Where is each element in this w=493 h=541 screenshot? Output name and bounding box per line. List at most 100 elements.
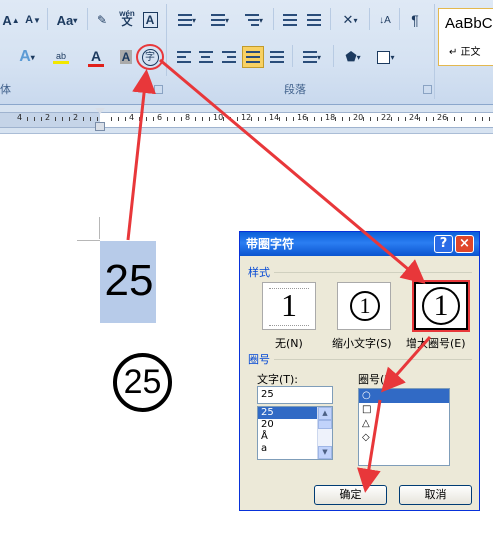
- ruler-tick: [258, 117, 259, 121]
- ruler-tick: [118, 117, 119, 121]
- ruler-tick: [475, 117, 476, 121]
- help-button[interactable]: ?: [434, 235, 453, 253]
- ruler-tick: [370, 117, 371, 121]
- ruler-tick: [307, 117, 308, 121]
- style-none-label: 无(N): [275, 337, 303, 350]
- style-option-enlarge-circle[interactable]: 1: [414, 282, 468, 330]
- enclosure-list-item[interactable]: △: [359, 417, 449, 431]
- ruler-tick: [265, 117, 266, 121]
- text-input-value: 25: [261, 389, 274, 400]
- text-list-scrollbar[interactable]: ▲ ▼: [317, 407, 332, 459]
- style-enlarge-glyph: 1: [433, 289, 449, 322]
- ruler-tick: [251, 117, 252, 121]
- paragraph-dialog-launcher[interactable]: [423, 85, 432, 94]
- style-option-shrink-text[interactable]: 1: [337, 282, 391, 330]
- ruler-tick: [482, 117, 483, 121]
- align-center-button[interactable]: [196, 47, 216, 67]
- ruler-tick: [223, 117, 224, 121]
- ruler-tick: [433, 117, 434, 121]
- clear-format-icon[interactable]: ✎: [92, 10, 112, 30]
- ruler-tick: [181, 117, 182, 121]
- ruler-tick: [90, 117, 91, 121]
- enclosure-list-item[interactable]: ◇: [359, 431, 449, 445]
- change-case-button[interactable]: Aa ▾: [52, 10, 82, 30]
- decrease-indent-button[interactable]: [280, 10, 300, 30]
- cancel-button[interactable]: 取消: [399, 485, 472, 505]
- ruler-tick: [377, 117, 378, 121]
- text-list-item[interactable]: 20: [258, 419, 318, 431]
- font-color-button[interactable]: A: [82, 47, 110, 67]
- character-border-button[interactable]: A: [141, 10, 159, 30]
- enclosure-list[interactable]: ○ □ △ ◇: [358, 388, 450, 466]
- ruler-tick: [419, 117, 420, 121]
- style-section-label: 样式: [248, 266, 270, 279]
- ok-button[interactable]: 确定: [314, 485, 387, 505]
- line-spacing-button[interactable]: ▾: [298, 47, 326, 67]
- text-list-item[interactable]: Å: [258, 431, 318, 443]
- text-list-item[interactable]: a: [258, 443, 318, 455]
- distributed-button[interactable]: [267, 47, 287, 67]
- justify-button[interactable]: [242, 46, 264, 68]
- align-left-button[interactable]: [174, 47, 194, 67]
- increase-indent-icon: [307, 14, 321, 26]
- scroll-down-button[interactable]: ▼: [318, 446, 332, 459]
- text-effect-button[interactable]: A ▾: [12, 47, 42, 67]
- style-option-none[interactable]: 1: [262, 282, 316, 330]
- ruler-tick: [454, 117, 455, 121]
- scroll-thumb[interactable]: [318, 420, 332, 429]
- ruler-tick: [398, 117, 399, 121]
- increase-indent-button[interactable]: [304, 10, 324, 30]
- text-input[interactable]: 25: [257, 386, 333, 404]
- align-right-button[interactable]: [219, 47, 239, 67]
- style-shrink-glyph: 1: [359, 293, 371, 318]
- style-shrink-label: 缩小文字(S): [332, 337, 392, 350]
- shrink-font-button[interactable]: A ▼: [24, 10, 42, 30]
- ruler-tick: [174, 117, 175, 121]
- phonetic-guide-button[interactable]: wén 文: [116, 8, 138, 28]
- shading-button[interactable]: ⬟ ▾: [339, 47, 367, 67]
- multilevel-list-button[interactable]: ▾: [240, 10, 268, 30]
- font-dialog-launcher[interactable]: [154, 85, 163, 94]
- chinese-layout-button[interactable]: ✕ ▾: [336, 10, 364, 30]
- scroll-up-button[interactable]: ▲: [318, 407, 332, 420]
- ruler-tick: [167, 117, 168, 121]
- ruler-tick: [97, 117, 98, 121]
- sort-button[interactable]: ↓A: [375, 10, 395, 30]
- enclosure-list-item[interactable]: □: [359, 403, 449, 417]
- align-left-icon: [177, 51, 191, 63]
- ruler-tick: [146, 117, 147, 121]
- decrease-indent-icon: [283, 14, 297, 26]
- bullets-button[interactable]: ▾: [173, 10, 201, 30]
- ruler-tick: [363, 117, 364, 121]
- ruler-tick: [314, 117, 315, 121]
- ruler-tick: [230, 117, 231, 121]
- highlight-color-button[interactable]: ab: [46, 47, 76, 67]
- text-list-item[interactable]: 25: [258, 407, 318, 419]
- enclosure-list-item[interactable]: ○: [359, 389, 449, 403]
- show-marks-button[interactable]: ¶: [405, 10, 425, 30]
- character-shading-button[interactable]: A: [117, 47, 135, 67]
- ruler-tick: [34, 117, 35, 121]
- ruler-tick: [55, 117, 56, 121]
- grow-font-button[interactable]: A ▲: [2, 10, 20, 30]
- ruler-tick: [293, 117, 294, 121]
- indent-marker[interactable]: [95, 108, 105, 114]
- ruler-tick: [426, 117, 427, 121]
- ruler-tick: [27, 117, 28, 121]
- ruler-number: 14: [269, 113, 280, 122]
- ruler-number: 8: [185, 113, 191, 122]
- numbering-button[interactable]: ▾: [206, 10, 234, 30]
- justify-icon: [246, 51, 260, 63]
- text-list[interactable]: 25 20 Åa ▲ ▼: [257, 406, 333, 460]
- ruler-number: 2: [73, 113, 79, 122]
- ruler-tick: [321, 117, 322, 121]
- ruler-number: 2: [45, 113, 51, 122]
- horizontal-ruler: 4 2 2 4 6 8 10 12 14 16 18 20 22 24 26: [0, 105, 493, 134]
- borders-button[interactable]: ▾: [372, 47, 400, 67]
- enclose-character-button[interactable]: 字: [140, 47, 160, 67]
- style-gallery-normal[interactable]: AaBbC ↵ 正文: [438, 8, 493, 66]
- ruler-tick: [69, 117, 70, 121]
- indent-marker-bottom[interactable]: [95, 122, 105, 131]
- align-right-icon: [222, 51, 236, 63]
- close-button[interactable]: ×: [455, 235, 474, 253]
